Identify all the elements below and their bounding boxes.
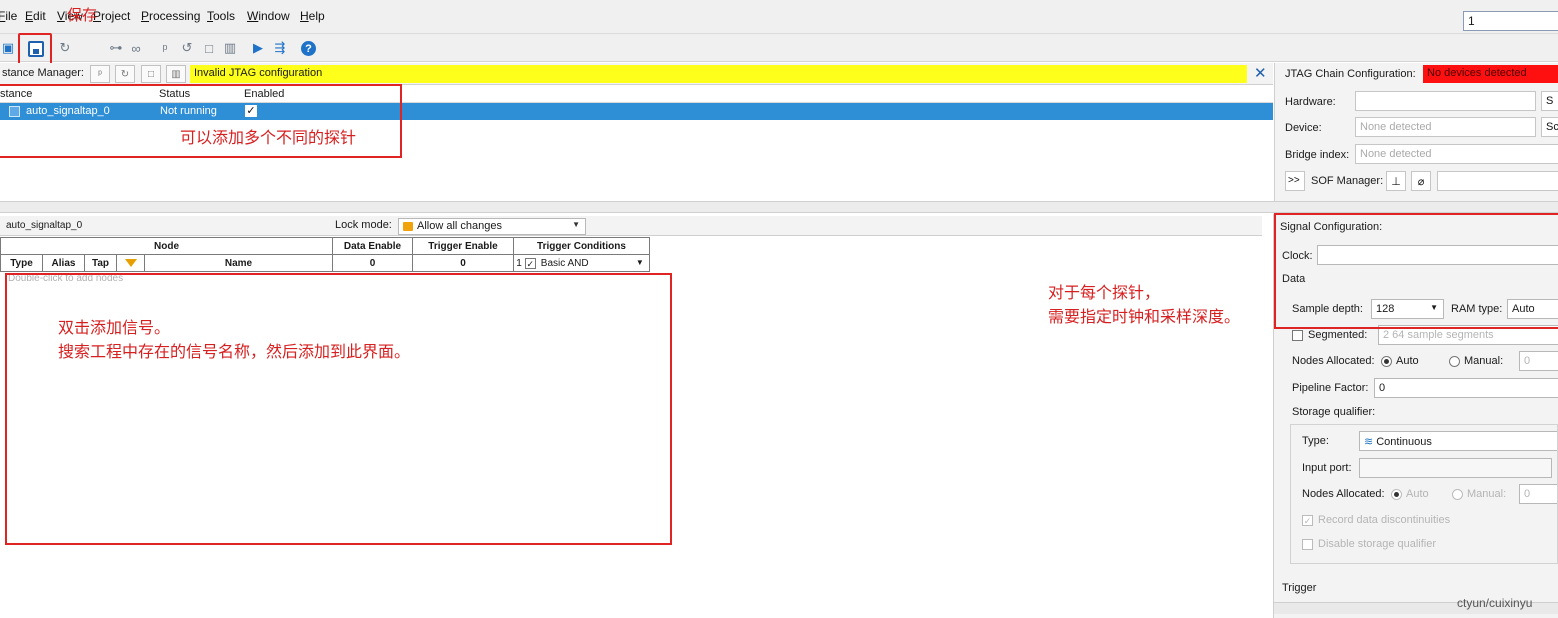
hierarchy-icon[interactable]: ⊶ bbox=[108, 40, 124, 56]
menu-file[interactable]: File bbox=[0, 9, 17, 23]
run-icon[interactable]: ▶ bbox=[250, 40, 266, 56]
save-annotation: 保存 bbox=[67, 7, 98, 24]
data-enable-value: 0 bbox=[332, 254, 413, 272]
pipeline-input[interactable]: 0 bbox=[1374, 378, 1558, 398]
menu-help[interactable]: Help bbox=[300, 9, 325, 23]
data-enable-header[interactable]: Data Enable bbox=[332, 237, 413, 255]
sof-file-field[interactable] bbox=[1437, 171, 1558, 191]
clock-annotation-line1: 对于每个探针， bbox=[1048, 285, 1161, 302]
trigger-condition-select[interactable]: Basic AND ▼ bbox=[539, 258, 647, 269]
jtag-status: No devices detected bbox=[1423, 65, 1558, 83]
device-select[interactable]: None detected bbox=[1355, 117, 1536, 137]
nodes-annotation-line1: 双击添加信号。 bbox=[58, 320, 171, 337]
menubar: File Edit View Project Processing Tools … bbox=[0, 0, 1558, 34]
trigger-enable-value: 0 bbox=[412, 254, 514, 272]
menu-edit[interactable]: Edit bbox=[25, 9, 46, 23]
lock-mode-label: Lock mode: bbox=[335, 219, 392, 231]
run-analysis-icon[interactable]: ᵖ bbox=[90, 65, 110, 83]
nodes-auto-radio[interactable]: Auto bbox=[1381, 355, 1419, 367]
pipeline-label: Pipeline Factor: bbox=[1292, 382, 1369, 394]
col-tap[interactable]: Tap bbox=[84, 254, 117, 272]
hardware-select[interactable] bbox=[1355, 91, 1536, 111]
toolbar: ▣ ↻ ⊶ ∞ ᵖ ↺ □ ▥ ▶ ⇶ ? bbox=[0, 34, 1558, 62]
trigger-condition-value: Basic AND bbox=[540, 257, 589, 269]
bridge-index-select[interactable]: None detected bbox=[1355, 144, 1558, 164]
clock-annotation-line2: 需要指定时钟和采样深度。 bbox=[1048, 309, 1241, 326]
save-annotation-box bbox=[18, 33, 52, 66]
sof-manager-label: SOF Manager: bbox=[1311, 175, 1384, 187]
chevron-down-icon: ▼ bbox=[572, 220, 580, 229]
trigger-enable-header[interactable]: Trigger Enable bbox=[412, 237, 514, 255]
stop-analysis-icon[interactable]: □ bbox=[141, 65, 161, 83]
autorun-icon[interactable]: ⇶ bbox=[272, 40, 288, 56]
menu-window[interactable]: Window bbox=[247, 9, 290, 23]
radio-off-icon bbox=[1449, 355, 1460, 367]
col-name[interactable]: Name bbox=[144, 254, 333, 272]
close-icon[interactable]: ✕ bbox=[1254, 64, 1267, 82]
jtag-title: JTAG Chain Configuration: bbox=[1285, 68, 1416, 80]
node-instance-name: auto_signaltap_0 bbox=[6, 220, 83, 231]
nodes-manual-label: Manual: bbox=[1464, 355, 1504, 367]
undo-icon[interactable]: ↺ bbox=[179, 40, 195, 56]
trigger-section-label: Trigger bbox=[1282, 582, 1317, 594]
help-icon[interactable]: ? bbox=[301, 41, 316, 56]
segmented-checkbox[interactable] bbox=[1292, 329, 1303, 341]
book-icon[interactable]: ▥ bbox=[222, 40, 238, 56]
col-alias[interactable]: Alias bbox=[42, 254, 85, 272]
expand-button[interactable]: >> bbox=[1285, 171, 1305, 191]
trigger-conditions-header[interactable]: Trigger Conditions bbox=[513, 237, 650, 255]
search-input[interactable]: 1 bbox=[1463, 11, 1558, 31]
nodes-allocated-label: Nodes Allocated: bbox=[1292, 355, 1375, 367]
jtag-chain-panel: JTAG Chain Configuration: No devices det… bbox=[1274, 63, 1558, 201]
read-data-icon[interactable]: ▥ bbox=[166, 65, 186, 83]
menu-tools[interactable]: Tools bbox=[207, 9, 235, 23]
node-table: Node Data Enable Trigger Enable Trigger … bbox=[0, 237, 650, 272]
binoculars-icon[interactable]: ∞ bbox=[128, 40, 144, 56]
segmented-row: Segmented: bbox=[1292, 329, 1367, 341]
nodes-manual-input[interactable]: 0 bbox=[1519, 351, 1558, 371]
horizontal-splitter[interactable] bbox=[0, 201, 1558, 213]
nodes-annotation-line2: 搜索工程中存在的信号名称，然后添加到此界面。 bbox=[58, 344, 411, 361]
instance-manager-label: stance Manager: bbox=[2, 67, 84, 79]
menu-processing[interactable]: Processing bbox=[141, 9, 200, 23]
storage-qualifier-label: Storage qualifier: bbox=[1292, 406, 1376, 418]
trigger-icon[interactable]: ᵖ bbox=[157, 40, 173, 56]
lock-mode-select[interactable]: Allow all changes ▼ bbox=[398, 218, 586, 235]
instance-manager-bar: stance Manager: ᵖ ↻ □ ▥ Invalid JTAG con… bbox=[0, 63, 1273, 85]
credit-watermark: ctyun/cuixinyu bbox=[1457, 596, 1533, 610]
segmented-label: Segmented: bbox=[1308, 329, 1368, 341]
node-list-header-bar: auto_signaltap_0 Lock mode: Allow all ch… bbox=[0, 216, 1262, 236]
node-header: Node bbox=[0, 237, 333, 255]
clock-annotation: 对于每个探针， 需要指定时钟和采样深度。 bbox=[1048, 282, 1240, 330]
attach-file-icon[interactable]: ⌀ bbox=[1411, 171, 1431, 191]
lock-icon bbox=[403, 221, 413, 231]
trigger-index: 1 bbox=[516, 257, 522, 269]
device-label: Device: bbox=[1285, 122, 1322, 134]
nodes-annotation: 双击添加信号。 搜索工程中存在的信号名称，然后添加到此界面。 bbox=[58, 317, 410, 365]
refresh-icon[interactable]: ↻ bbox=[57, 40, 73, 56]
stop-icon[interactable]: □ bbox=[201, 40, 217, 56]
bridge-index-label: Bridge index: bbox=[1285, 149, 1350, 161]
nodes-manual-radio[interactable]: Manual: bbox=[1449, 355, 1503, 367]
storage-qualifier-group bbox=[1290, 424, 1558, 564]
radio-on-icon bbox=[1381, 355, 1392, 367]
col-type[interactable]: Type bbox=[0, 254, 43, 272]
jtag-warning: Invalid JTAG configuration bbox=[190, 65, 1247, 83]
signal-annotation-box bbox=[1274, 213, 1558, 329]
nodes-annotation-box[interactable] bbox=[5, 273, 672, 545]
chevron-down-icon: ▼ bbox=[635, 257, 644, 267]
program-device-icon[interactable]: ⊥ bbox=[1386, 171, 1406, 191]
hardware-label: Hardware: bbox=[1285, 96, 1336, 108]
lock-mode-value: Allow all changes bbox=[417, 220, 502, 232]
scan-chain-button[interactable]: Sc bbox=[1541, 117, 1558, 137]
autorun-analysis-icon[interactable]: ↻ bbox=[115, 65, 135, 83]
trigger-checkbox[interactable]: ✓ bbox=[524, 257, 536, 269]
menu-project[interactable]: Project bbox=[93, 9, 130, 23]
filter-icon[interactable] bbox=[116, 254, 145, 272]
setup-button[interactable]: S bbox=[1541, 91, 1558, 111]
instance-annotation: 可以添加多个不同的探针 bbox=[180, 130, 357, 147]
new-icon[interactable]: ▣ bbox=[0, 40, 16, 56]
nodes-auto-label: Auto bbox=[1396, 355, 1419, 367]
trigger-condition-cell[interactable]: 1 ✓ Basic AND ▼ bbox=[513, 254, 650, 272]
